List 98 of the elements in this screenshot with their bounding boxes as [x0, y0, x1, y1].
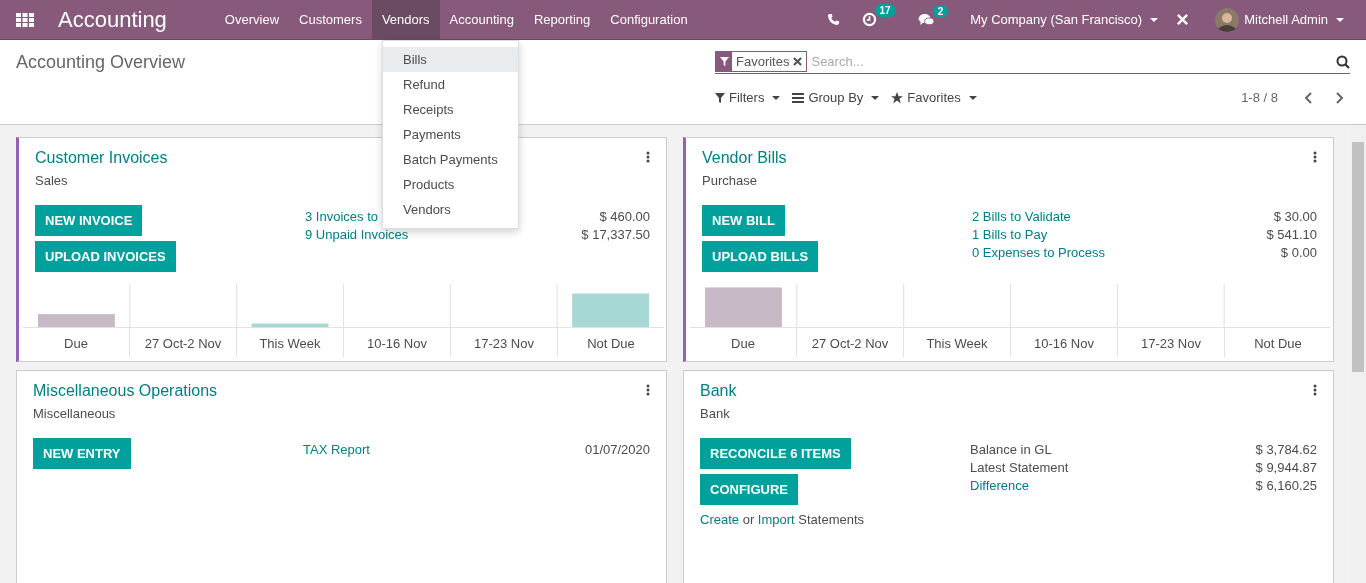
summary-amount: 01/07/2020 [584, 442, 650, 457]
user-menu[interactable]: Mitchell Admin [1244, 12, 1328, 27]
card-title[interactable]: Vendor Bills [702, 149, 787, 167]
filters-button[interactable]: Filters [715, 90, 781, 105]
dropdown-item[interactable]: Payments [383, 122, 518, 147]
summary-amount: $ 460.00 [599, 209, 650, 224]
search-input[interactable]: Search... [811, 54, 1336, 69]
summary-amount: $ 9,944.87 [1255, 460, 1317, 475]
card-title[interactable]: Customer Invoices [35, 149, 168, 167]
previous-icon[interactable] [1304, 91, 1312, 104]
statement-link[interactable]: Import [757, 512, 795, 527]
list-icon [792, 92, 805, 103]
summary-link[interactable]: 1 Bills to Pay [972, 227, 1048, 242]
facet-label: Favorites [735, 54, 791, 69]
chart-label: 17-23 Nov [1141, 335, 1201, 353]
search-icon[interactable] [1336, 54, 1350, 69]
dropdown-item[interactable]: Products [383, 172, 518, 197]
favorites-button[interactable]: Favorites [891, 90, 977, 105]
chart-label: 27 Oct-2 Nov [811, 335, 889, 353]
card-subtitle: Purchase [702, 173, 758, 188]
action-button[interactable]: CONFIGURE [700, 474, 798, 505]
chart-label: Not Due [1254, 335, 1302, 353]
summary-amount: $ 6,160.25 [1255, 478, 1317, 493]
chat-icon[interactable] [917, 13, 935, 26]
chart-label: 17-23 Nov [474, 335, 534, 353]
remove-icon[interactable] [793, 57, 803, 66]
menu-item[interactable]: Accounting [439, 0, 524, 39]
search-facet[interactable]: Favorites [715, 51, 808, 72]
menu-item[interactable]: Reporting [523, 0, 601, 39]
pager-value: 1-8 / 8 [1241, 90, 1278, 105]
filter-icon [715, 92, 725, 103]
summary-label: Balance in GL [970, 442, 1052, 457]
more-options-icon[interactable] [1313, 384, 1317, 396]
star-icon [891, 91, 904, 104]
summary-amount: $ 17,337.50 [581, 227, 650, 242]
action-button[interactable]: NEW BILL [702, 205, 785, 236]
caret-icon [968, 95, 977, 100]
summary-amount: $ 3,784.62 [1255, 442, 1317, 457]
action-button[interactable]: RECONCILE 6 ITEMS [700, 438, 851, 469]
app-title: Accounting [58, 6, 167, 33]
menu-item[interactable]: Overview [214, 0, 290, 39]
page-title: Accounting Overview [16, 52, 186, 72]
phone-icon[interactable] [826, 13, 840, 26]
action-button[interactable]: UPLOAD BILLS [702, 241, 819, 272]
dropdown-item[interactable]: Refund [383, 72, 518, 97]
summary-link[interactable]: 0 Expenses to Process [972, 245, 1105, 260]
summary-amount: $ 30.00 [1273, 209, 1317, 224]
clock-icon[interactable] [861, 12, 877, 27]
activity-count-badge: 17 [874, 4, 896, 17]
group-by-button[interactable]: Group By [792, 90, 880, 105]
more-options-icon[interactable] [1313, 151, 1317, 163]
next-icon[interactable] [1336, 91, 1344, 104]
avatar[interactable] [1215, 7, 1240, 32]
chart-label: 27 Oct-2 Nov [144, 335, 222, 353]
summary-link[interactable]: 2 Bills to Validate [972, 209, 1071, 224]
chart-label: This Week [259, 335, 321, 353]
summary-link[interactable]: TAX Report [303, 442, 370, 457]
dropdown-item[interactable]: Vendors [383, 197, 518, 222]
action-button[interactable]: UPLOAD INVOICES [35, 241, 176, 272]
more-options-icon[interactable] [646, 384, 650, 396]
statement-link[interactable]: Create [700, 512, 740, 527]
message-count-badge: 2 [932, 5, 949, 18]
chart-label: This Week [926, 335, 988, 353]
card-subtitle: Sales [35, 173, 69, 188]
card-title[interactable]: Miscellaneous Operations [33, 382, 218, 400]
summary-link[interactable]: 3 Invoices to [305, 209, 378, 224]
caret-icon [772, 95, 781, 100]
caret-icon[interactable] [1336, 17, 1344, 22]
company-switcher[interactable]: My Company (San Francisco) [970, 12, 1143, 27]
chart-label: Not Due [587, 335, 635, 353]
scrollbar-thumb[interactable] [1352, 142, 1364, 372]
summary-label: Latest Statement [970, 460, 1069, 475]
card-subtitle: Miscellaneous [33, 406, 117, 421]
chart-label: 10-16 Nov [1034, 335, 1094, 353]
summary-link[interactable]: 9 Unpaid Invoices [305, 227, 409, 242]
filter-icon [719, 57, 729, 66]
statement-hint: Create or Import Statements [700, 512, 865, 527]
caret-icon [871, 95, 880, 100]
card-title[interactable]: Bank [700, 382, 737, 400]
dropdown-item[interactable]: Batch Payments [383, 147, 518, 172]
action-button[interactable]: NEW INVOICE [35, 205, 143, 236]
card-subtitle: Bank [700, 406, 731, 421]
search-bar[interactable]: Favorites Search... [715, 50, 1350, 74]
menu-item[interactable]: Customers [289, 0, 372, 39]
summary-link[interactable]: Difference [970, 478, 1029, 493]
summary-amount: $ 0.00 [1280, 245, 1317, 260]
chart-label: Due [731, 335, 755, 353]
more-options-icon[interactable] [646, 151, 650, 163]
menu-item[interactable]: Configuration [600, 0, 698, 39]
chart-label: Due [64, 335, 88, 353]
apps-menu-icon[interactable] [16, 12, 34, 27]
menu-item[interactable]: Vendors [371, 0, 440, 39]
summary-amount: $ 541.10 [1266, 227, 1317, 242]
dropdown-item[interactable]: Bills [383, 47, 518, 72]
action-button[interactable]: NEW ENTRY [33, 438, 131, 469]
dropdown-item[interactable]: Receipts [383, 97, 518, 122]
caret-icon[interactable] [1150, 17, 1159, 22]
chart-label: 10-16 Nov [367, 335, 427, 353]
